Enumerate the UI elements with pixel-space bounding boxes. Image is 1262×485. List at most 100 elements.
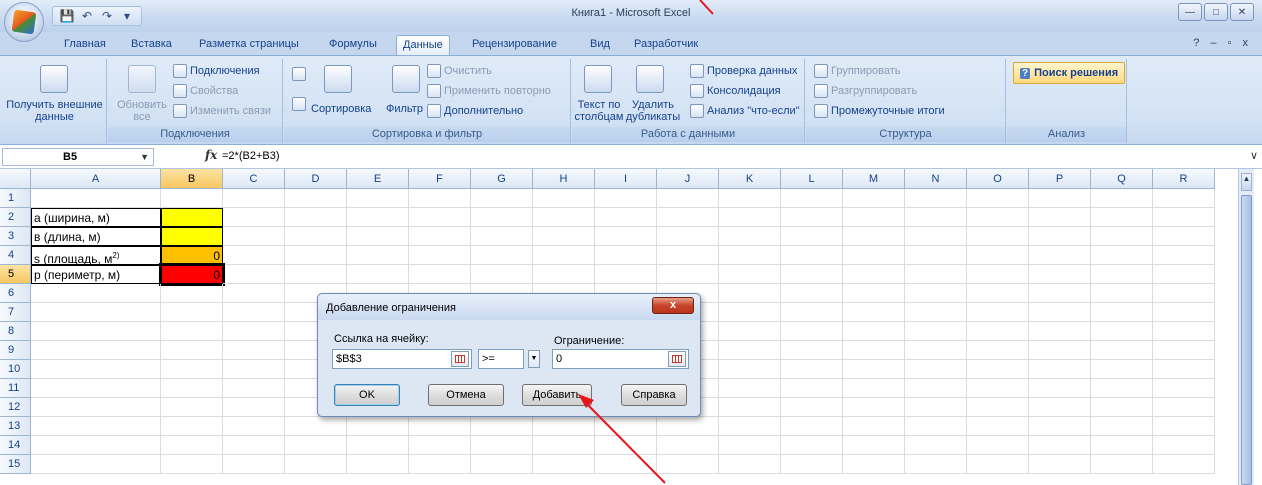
vertical-scrollbar[interactable]: ▲	[1238, 169, 1254, 485]
cell-b3[interactable]	[161, 227, 223, 246]
cell-f4[interactable]	[409, 246, 471, 265]
cell-l13[interactable]	[781, 417, 843, 436]
cell-q1[interactable]	[1091, 189, 1153, 208]
row-header-13[interactable]: 13	[0, 417, 31, 436]
cell-k11[interactable]	[719, 379, 781, 398]
tab-developer[interactable]: Разработчик	[628, 35, 704, 55]
cell-b2[interactable]	[161, 208, 223, 227]
cell-b12[interactable]	[161, 398, 223, 417]
cell-f3[interactable]	[409, 227, 471, 246]
column-header-n[interactable]: N	[905, 169, 967, 189]
subtotal-button[interactable]: Промежуточные итоги	[814, 104, 945, 118]
cell-d4[interactable]	[285, 246, 347, 265]
cell-g1[interactable]	[471, 189, 533, 208]
cell-q14[interactable]	[1091, 436, 1153, 455]
cell-o11[interactable]	[967, 379, 1029, 398]
remove-duplicates-button[interactable]: Удалить дубликаты	[624, 99, 682, 123]
row-header-14[interactable]: 14	[0, 436, 31, 455]
cell-h15[interactable]	[533, 455, 595, 474]
cell-n2[interactable]	[905, 208, 967, 227]
cell-l3[interactable]	[781, 227, 843, 246]
cell-d5[interactable]	[285, 265, 347, 284]
sort-az-button[interactable]	[292, 67, 306, 81]
cell-o13[interactable]	[967, 417, 1029, 436]
cell-r14[interactable]	[1153, 436, 1215, 455]
cell-f13[interactable]	[409, 417, 471, 436]
cell-r15[interactable]	[1153, 455, 1215, 474]
cell-q3[interactable]	[1091, 227, 1153, 246]
row-header-15[interactable]: 15	[0, 455, 31, 474]
column-header-c[interactable]: C	[223, 169, 285, 189]
cell-o14[interactable]	[967, 436, 1029, 455]
solver-button[interactable]: ? Поиск решения	[1013, 62, 1126, 84]
row-header-7[interactable]: 7	[0, 303, 31, 322]
cell-l1[interactable]	[781, 189, 843, 208]
cell-a10[interactable]	[31, 360, 161, 379]
cell-b5[interactable]: 0	[159, 263, 225, 286]
cell-j2[interactable]	[657, 208, 719, 227]
cell-o15[interactable]	[967, 455, 1029, 474]
cell-c7[interactable]	[223, 303, 285, 322]
reapply-button[interactable]: Применить повторно	[427, 84, 551, 98]
cell-d2[interactable]	[285, 208, 347, 227]
cell-c9[interactable]	[223, 341, 285, 360]
row-header-5[interactable]: 5	[0, 265, 31, 284]
cell-p4[interactable]	[1029, 246, 1091, 265]
cell-k14[interactable]	[719, 436, 781, 455]
cell-d15[interactable]	[285, 455, 347, 474]
cell-h13[interactable]	[533, 417, 595, 436]
cell-q2[interactable]	[1091, 208, 1153, 227]
cell-m3[interactable]	[843, 227, 905, 246]
cell-n8[interactable]	[905, 322, 967, 341]
cell-a6[interactable]	[31, 284, 161, 303]
cell-a4[interactable]: s (площадь, м2)	[31, 246, 161, 266]
cell-g15[interactable]	[471, 455, 533, 474]
row-header-6[interactable]: 6	[0, 284, 31, 303]
cell-b6[interactable]	[161, 284, 223, 303]
minimize-button[interactable]: —	[1178, 3, 1202, 21]
text-to-columns-button[interactable]: Текст по столбцам	[572, 99, 626, 123]
cell-p12[interactable]	[1029, 398, 1091, 417]
operator-select[interactable]: >=	[478, 349, 524, 369]
cell-m14[interactable]	[843, 436, 905, 455]
cell-b8[interactable]	[161, 322, 223, 341]
cell-a8[interactable]	[31, 322, 161, 341]
cell-p2[interactable]	[1029, 208, 1091, 227]
tab-formulas[interactable]: Формулы	[323, 35, 383, 55]
cell-c10[interactable]	[223, 360, 285, 379]
name-box-dropdown-icon[interactable]: ▼	[140, 149, 149, 165]
cell-e2[interactable]	[347, 208, 409, 227]
column-header-m[interactable]: M	[843, 169, 905, 189]
cell-m1[interactable]	[843, 189, 905, 208]
row-header-11[interactable]: 11	[0, 379, 31, 398]
cell-r3[interactable]	[1153, 227, 1215, 246]
cell-k8[interactable]	[719, 322, 781, 341]
cell-c11[interactable]	[223, 379, 285, 398]
cell-q6[interactable]	[1091, 284, 1153, 303]
cell-n1[interactable]	[905, 189, 967, 208]
cell-l10[interactable]	[781, 360, 843, 379]
cell-i4[interactable]	[595, 246, 657, 265]
cell-b4[interactable]: 0	[161, 246, 223, 265]
cell-e13[interactable]	[347, 417, 409, 436]
insert-function-icon[interactable]: fx	[205, 148, 217, 162]
cell-e3[interactable]	[347, 227, 409, 246]
expand-formula-bar-icon[interactable]: ∨	[1250, 149, 1258, 162]
cell-a9[interactable]	[31, 341, 161, 360]
cell-g2[interactable]	[471, 208, 533, 227]
get-external-button[interactable]: Получить внешние данные	[2, 99, 107, 123]
cell-p15[interactable]	[1029, 455, 1091, 474]
cell-g4[interactable]	[471, 246, 533, 265]
tab-home[interactable]: Главная	[58, 35, 112, 55]
cell-r5[interactable]	[1153, 265, 1215, 284]
add-button[interactable]: Добавить	[522, 384, 592, 406]
cell-f15[interactable]	[409, 455, 471, 474]
cell-j13[interactable]	[657, 417, 719, 436]
cell-l2[interactable]	[781, 208, 843, 227]
cell-n14[interactable]	[905, 436, 967, 455]
office-button[interactable]	[4, 2, 44, 42]
scroll-up-icon[interactable]: ▲	[1241, 173, 1252, 191]
cell-k4[interactable]	[719, 246, 781, 265]
cell-m12[interactable]	[843, 398, 905, 417]
cell-n9[interactable]	[905, 341, 967, 360]
